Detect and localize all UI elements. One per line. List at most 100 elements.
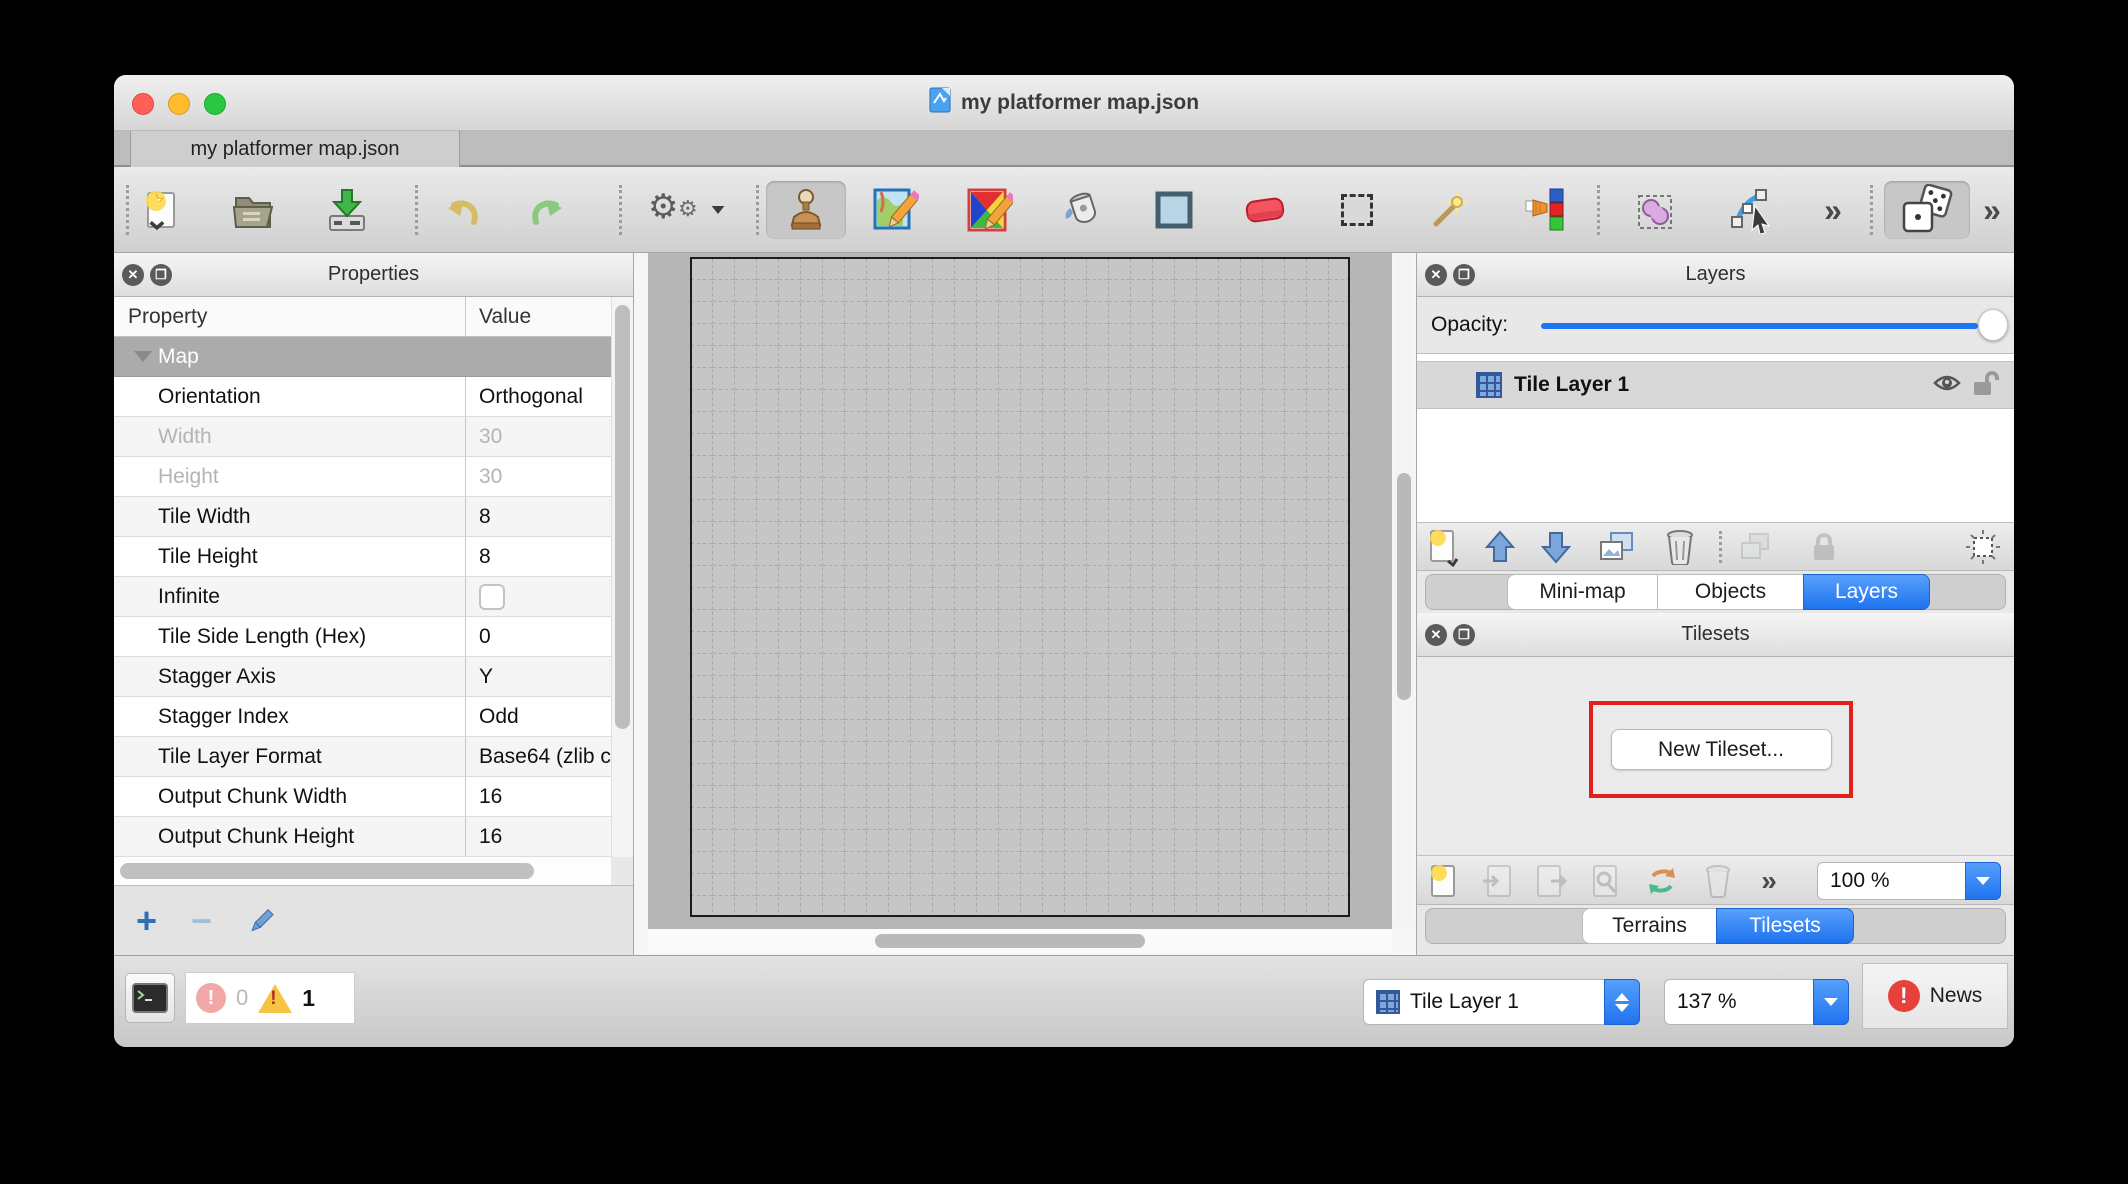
bucket-fill-button[interactable]	[1054, 181, 1110, 239]
current-layer-value[interactable]: Tile Layer 1	[1363, 979, 1604, 1025]
redo-button[interactable]	[520, 181, 576, 239]
table-row[interactable]: Tile Side Length (Hex) 0	[114, 617, 633, 657]
document-tab[interactable]: my platformer map.json	[130, 131, 460, 167]
new-tileset-toolbar-button[interactable]	[1421, 861, 1467, 901]
close-panel-icon[interactable]: ✕	[1425, 624, 1447, 646]
tilesets-overflow-button[interactable]: »	[1749, 861, 1789, 901]
console-button[interactable]	[125, 973, 175, 1023]
toolbar-overflow-button-2[interactable]: »	[1972, 181, 2012, 239]
edit-tileset-button[interactable]	[1583, 861, 1629, 901]
zoom-value[interactable]: 137 %	[1664, 979, 1813, 1025]
table-row[interactable]: Tile Width 8	[114, 497, 633, 537]
table-row[interactable]: Infinite	[114, 577, 633, 617]
execute-command-button[interactable]: ⚙ ⚙	[642, 181, 732, 239]
wang-brush-button[interactable]	[961, 181, 1017, 239]
close-panel-icon[interactable]: ✕	[122, 264, 144, 286]
lock-layers-button[interactable]	[1801, 527, 1847, 567]
properties-vertical-scrollbar[interactable]	[611, 297, 633, 857]
scrollbar-thumb[interactable]	[1397, 473, 1411, 700]
magic-wand-button[interactable]	[1420, 181, 1476, 239]
layer-visibility-eye-icon[interactable]	[1932, 369, 1962, 402]
opacity-slider[interactable]	[1541, 323, 1978, 329]
tab-tilesets[interactable]: Tilesets	[1716, 908, 1854, 944]
zoom-window-button[interactable]	[204, 93, 226, 115]
float-panel-icon[interactable]: ❐	[150, 264, 172, 286]
delete-layer-button[interactable]	[1657, 527, 1703, 567]
minimize-window-button[interactable]	[168, 93, 190, 115]
import-tileset-button[interactable]	[1475, 861, 1521, 901]
map-canvas[interactable]	[648, 253, 1392, 929]
toolbar-overflow-button[interactable]: »	[1809, 181, 1857, 239]
map-view[interactable]	[634, 253, 1416, 955]
tab-mini-map[interactable]: Mini-map	[1507, 574, 1657, 610]
float-panel-icon[interactable]: ❐	[1453, 624, 1475, 646]
scrollbar-thumb[interactable]	[875, 934, 1145, 948]
tile-grid[interactable]	[690, 257, 1350, 917]
new-tileset-button[interactable]: New Tileset...	[1611, 729, 1832, 770]
properties-horizontal-scrollbar[interactable]	[114, 857, 611, 885]
save-file-button[interactable]	[319, 181, 375, 239]
infinite-checkbox[interactable]	[479, 584, 505, 610]
raise-layer-button[interactable]	[1477, 527, 1523, 567]
add-property-button[interactable]: +	[136, 903, 157, 939]
tab-objects[interactable]: Objects	[1657, 574, 1803, 610]
tileset-zoom-combo[interactable]: 100 %	[1817, 862, 2001, 900]
table-row[interactable]: Output Chunk Width 16	[114, 777, 633, 817]
map-horizontal-scrollbar[interactable]	[648, 929, 1392, 953]
layer-unlocked-icon[interactable]	[1972, 368, 2000, 403]
reload-tileset-button[interactable]	[1639, 861, 1685, 901]
scrollbar-thumb[interactable]	[120, 863, 534, 879]
current-layer-spinner[interactable]	[1604, 979, 1640, 1025]
table-row[interactable]: Stagger Index Odd	[114, 697, 633, 737]
zoom-dropdown-button[interactable]	[1813, 979, 1849, 1025]
highlight-current-layer-button[interactable]	[1960, 527, 2006, 567]
tileset-zoom-dropdown-button[interactable]	[1965, 862, 2001, 900]
table-row[interactable]: Output Chunk Height 16	[114, 817, 633, 857]
news-button[interactable]: ! News	[1862, 963, 2008, 1029]
layer-row-selected[interactable]: Tile Layer 1	[1417, 361, 2014, 409]
table-row[interactable]: Width 30	[114, 417, 633, 457]
new-layer-button[interactable]	[1421, 527, 1467, 567]
select-objects-button[interactable]	[1629, 181, 1685, 239]
app-window: my platformer map.json my platformer map…	[114, 75, 2014, 1047]
lower-layer-button[interactable]	[1533, 527, 1579, 567]
edit-property-button[interactable]	[246, 906, 276, 936]
edit-polygons-button[interactable]	[1725, 181, 1781, 239]
eraser-icon	[1241, 190, 1289, 230]
terrain-brush-button[interactable]	[867, 181, 923, 239]
close-panel-icon[interactable]: ✕	[1425, 264, 1447, 286]
random-mode-button[interactable]	[1884, 181, 1970, 239]
tab-layers[interactable]: Layers	[1803, 574, 1930, 610]
map-vertical-scrollbar[interactable]	[1394, 253, 1414, 927]
open-file-button[interactable]	[225, 181, 281, 239]
table-row[interactable]: Stagger Axis Y	[114, 657, 633, 697]
close-window-button[interactable]	[132, 93, 154, 115]
rect-select-button[interactable]	[1329, 181, 1385, 239]
tileset-zoom-value[interactable]: 100 %	[1817, 862, 1965, 900]
show-hide-layers-button[interactable]	[1733, 527, 1779, 567]
issues-counter[interactable]: ! 0 1	[185, 972, 355, 1024]
zoom-combo[interactable]: 137 %	[1664, 979, 1849, 1025]
duplicate-layer-button[interactable]	[1593, 527, 1639, 567]
eraser-button[interactable]	[1237, 181, 1293, 239]
map-section-row[interactable]: Map	[114, 337, 633, 377]
same-tile-select-button[interactable]	[1517, 181, 1573, 239]
delete-tileset-button[interactable]	[1695, 861, 1741, 901]
new-map-button[interactable]	[134, 181, 190, 239]
table-row[interactable]: Tile Height 8	[114, 537, 633, 577]
collapse-triangle-icon[interactable]	[134, 351, 152, 362]
undo-button[interactable]	[434, 181, 490, 239]
scrollbar-thumb[interactable]	[615, 305, 630, 729]
remove-property-button[interactable]: −	[191, 903, 212, 939]
layer-list[interactable]: Tile Layer 1	[1417, 353, 2014, 523]
float-panel-icon[interactable]: ❐	[1453, 264, 1475, 286]
table-row[interactable]: Tile Layer Format Base64 (zlib compresse…	[114, 737, 633, 777]
table-row[interactable]: Orientation Orthogonal	[114, 377, 633, 417]
current-layer-combo[interactable]: Tile Layer 1	[1363, 979, 1640, 1025]
export-tileset-button[interactable]	[1529, 861, 1575, 901]
tab-terrains[interactable]: Terrains	[1582, 908, 1716, 944]
stamp-brush-button[interactable]	[766, 181, 846, 239]
table-row[interactable]: Height 30	[114, 457, 633, 497]
shape-fill-button[interactable]	[1146, 181, 1202, 239]
opacity-slider-handle[interactable]	[1978, 309, 2008, 341]
